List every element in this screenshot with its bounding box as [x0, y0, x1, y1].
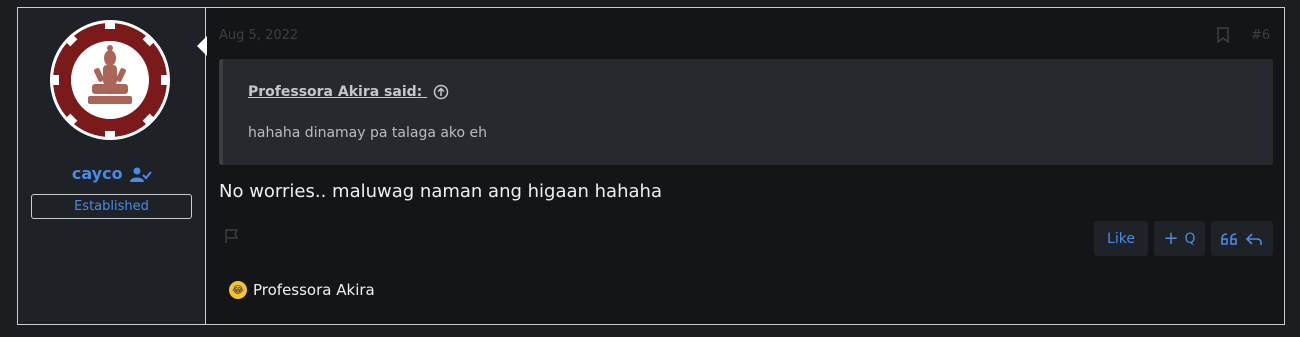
message-arrow [197, 36, 207, 56]
like-button[interactable]: Like [1094, 221, 1148, 256]
user-title-badge: Established [31, 194, 192, 219]
q-label: Q [1184, 230, 1196, 247]
plus-label: + [1163, 228, 1179, 249]
username-link[interactable]: cayco [18, 164, 206, 183]
quote-marks-icon [1221, 232, 1237, 245]
reaction-bar[interactable]: 😂 Professora Akira [229, 281, 375, 299]
post-container: cayco Established Aug 5, 2022 #6 Profess… [17, 7, 1285, 325]
username-text[interactable]: cayco [72, 164, 123, 183]
like-label: Like [1107, 230, 1135, 247]
user-pane: cayco Established [18, 8, 206, 324]
bookmark-icon[interactable] [1216, 27, 1230, 43]
laughing-emoji-icon: 😂 [229, 281, 247, 299]
message-body: No worries.. maluwag naman ang higaan ha… [219, 181, 662, 202]
avatar[interactable] [50, 20, 170, 140]
quote-text: hahaha dinamay pa talaga ako eh [248, 125, 488, 141]
gear-seal-icon [51, 21, 169, 139]
arrow-up-circle-icon[interactable] [433, 84, 449, 100]
reply-arrow-icon [1245, 232, 1262, 245]
flag-icon[interactable] [224, 228, 240, 244]
post-number[interactable]: #6 [1251, 28, 1270, 43]
quote-author-text[interactable]: Professora Akira said: [248, 84, 422, 100]
reaction-users[interactable]: Professora Akira [253, 281, 375, 299]
post-date[interactable]: Aug 5, 2022 [219, 28, 298, 43]
quote-author-link[interactable]: Professora Akira said: [248, 84, 449, 100]
quote-block: Professora Akira said: hahaha dinamay pa… [219, 59, 1273, 165]
user-check-icon [130, 167, 152, 182]
reply-button[interactable] [1211, 221, 1273, 256]
multi-quote-button[interactable]: + Q [1154, 221, 1205, 256]
